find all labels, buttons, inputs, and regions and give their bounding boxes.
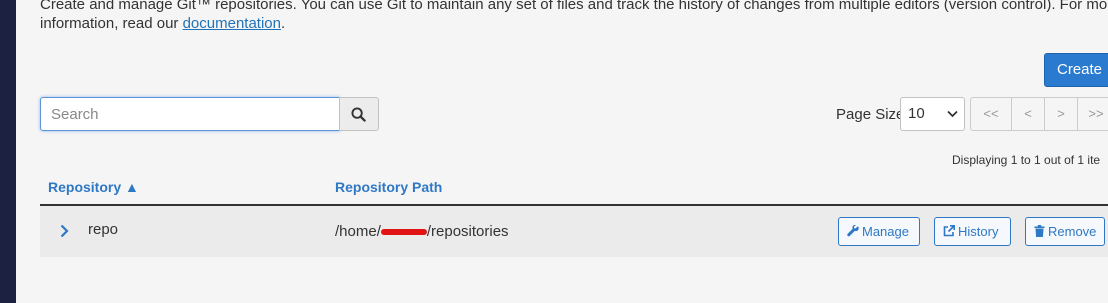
remove-button[interactable]: Remove	[1025, 217, 1105, 246]
page-size-select[interactable]: 10	[900, 97, 965, 131]
documentation-link[interactable]: documentation	[183, 15, 281, 32]
search-button[interactable]	[339, 97, 379, 131]
column-header-path: Repository Path	[335, 179, 443, 195]
history-button[interactable]: History	[934, 217, 1011, 246]
create-button[interactable]: Create	[1044, 53, 1108, 87]
wrench-icon	[847, 224, 859, 237]
repository-name: repo	[88, 221, 119, 238]
manage-button[interactable]: Manage	[838, 217, 920, 246]
first-page-button[interactable]: <<	[970, 97, 1012, 131]
chevron-right-icon[interactable]	[60, 224, 69, 238]
manage-label: Manage	[862, 224, 909, 239]
prev-page-button[interactable]: <	[1011, 97, 1045, 131]
repository-path: /home/ /repositories	[335, 223, 509, 240]
repository-path-prefix: /home/	[335, 223, 381, 240]
last-page-button[interactable]: >>	[1077, 97, 1108, 131]
table-row: repo /home//repositories Manage History …	[40, 206, 1108, 257]
intro-text: Create and manage Git™ repositories. You…	[40, 0, 1108, 33]
search-icon	[351, 107, 366, 122]
column-header-repository[interactable]: Repository ▲	[48, 179, 139, 195]
repository-path-suffix: /repositories	[426, 223, 509, 240]
page-size-label: Page Size	[836, 106, 905, 123]
remove-label: Remove	[1048, 224, 1097, 239]
trash-icon	[1034, 225, 1045, 237]
redaction-mark	[380, 224, 427, 238]
left-sidebar-edge	[0, 0, 16, 303]
intro-line-2-prefix: information, read our	[40, 15, 183, 32]
pagination: << < > >>	[970, 97, 1108, 131]
intro-line-2: information, read our documentation.	[40, 14, 1108, 33]
history-label: History	[958, 224, 999, 239]
intro-line-1: Create and manage Git™ repositories. You…	[40, 0, 1108, 13]
chevron-down-icon	[947, 110, 958, 118]
page-size-value: 10	[908, 105, 925, 122]
display-count: Displaying 1 to 1 out of 1 ite	[952, 153, 1101, 167]
intro-line-2-suffix: .	[280, 15, 286, 32]
next-page-button[interactable]: >	[1044, 97, 1078, 131]
search-input[interactable]	[40, 97, 340, 131]
external-link-icon	[943, 225, 955, 237]
